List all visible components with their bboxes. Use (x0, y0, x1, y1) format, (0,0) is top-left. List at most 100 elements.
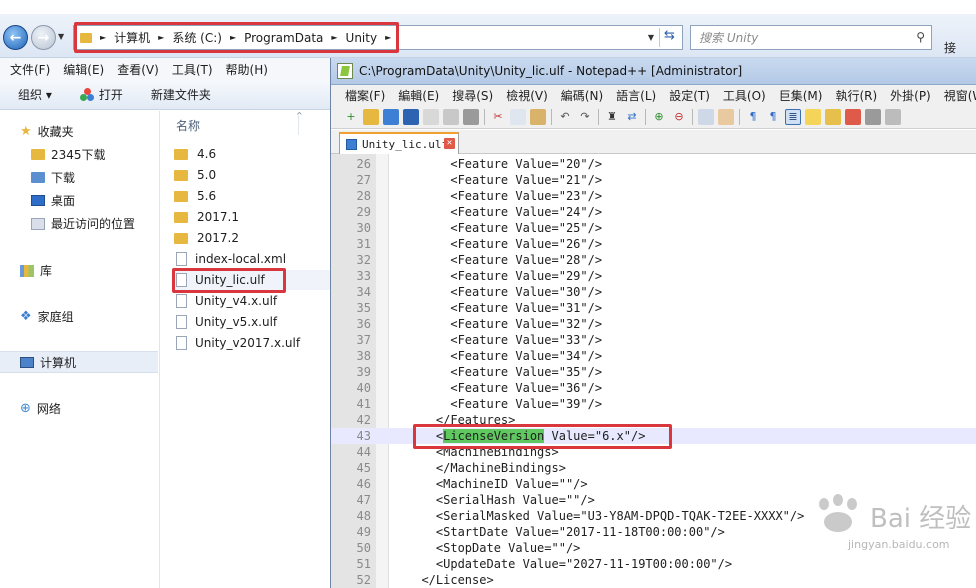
new-folder-button[interactable]: 新建文件夹 (151, 86, 211, 103)
find-icon[interactable]: ♜ (604, 109, 620, 125)
line-number: 35 (356, 301, 371, 315)
downloads-folder-icon (31, 172, 45, 183)
folder-icon (174, 211, 188, 223)
file-name: Unity_v2017.x.ulf (195, 336, 301, 350)
column-divider[interactable] (298, 115, 299, 135)
sync-horizontal-icon[interactable] (718, 108, 734, 125)
npp-menu-encoding[interactable]: 編碼(N) (561, 87, 603, 104)
list-item[interactable]: index-local.xml (174, 249, 330, 269)
paste-icon[interactable] (530, 108, 546, 125)
open-button[interactable]: 打开 (79, 86, 123, 103)
sync-vertical-icon[interactable] (698, 108, 714, 125)
line-text: <Feature Value="26"/> (407, 237, 603, 251)
nav-network[interactable]: ⊕ 网络 (20, 400, 61, 417)
list-item[interactable]: Unity_v5.x.ulf (174, 312, 330, 332)
search-input[interactable]: 搜索 Unity ⚲ (690, 25, 932, 50)
list-item[interactable]: 5.6 (174, 186, 330, 206)
file-list: ^ 名称 4.6 5.0 5.6 2017.1 2017.2 index-loc… (160, 111, 330, 588)
copy-icon[interactable] (510, 108, 526, 125)
indent-guide-icon[interactable]: ≣ (785, 108, 801, 125)
menu-help[interactable]: 帮助(H) (226, 61, 268, 78)
npp-title-bar: C:\ProgramData\Unity\Unity_lic.ulf - Not… (331, 58, 976, 85)
line-number: 33 (356, 269, 371, 283)
undo-icon[interactable]: ↶ (557, 109, 573, 125)
nav-item-label: 最近访问的位置 (51, 217, 136, 231)
nav-homegroup[interactable]: ❖ 家庭组 (20, 308, 74, 325)
code-line: 39 <Feature Value="35"/> (331, 364, 976, 380)
show-all-chars-icon[interactable]: ¶ (765, 109, 781, 125)
doc-map-icon[interactable] (825, 108, 841, 125)
cut-icon[interactable]: ✂ (490, 109, 506, 125)
nav-library[interactable]: 库 (20, 262, 52, 279)
menu-file[interactable]: 文件(F) (10, 61, 50, 78)
address-dropdown-icon[interactable]: ▼ (648, 33, 654, 42)
folder-icon (174, 232, 188, 244)
line-text: <Feature Value="28"/> (407, 253, 603, 267)
save-icon[interactable] (383, 108, 399, 125)
npp-menu-macro[interactable]: 巨集(M) (779, 87, 823, 104)
user-lang-icon[interactable] (805, 108, 821, 125)
list-item[interactable]: 5.0 (174, 165, 330, 185)
list-item[interactable]: 2017.1 (174, 207, 330, 227)
notepadpp-window: C:\ProgramData\Unity\Unity_lic.ulf - Not… (330, 58, 976, 588)
code-editor[interactable]: 26 <Feature Value="20"/> 27 <Feature Val… (331, 154, 976, 588)
line-number: 41 (356, 397, 371, 411)
line-number: 37 (356, 333, 371, 347)
print-icon[interactable] (463, 108, 479, 125)
nav-item-downloads[interactable]: 下载 (31, 169, 75, 186)
file-icon (176, 252, 187, 266)
folder-workspace-icon[interactable] (865, 108, 881, 125)
refresh-icon[interactable]: ⇆ (659, 28, 679, 47)
list-item[interactable]: 2017.2 (174, 228, 330, 248)
npp-menu-run[interactable]: 執行(R) (835, 87, 877, 104)
tab-unity-lic[interactable]: Unity_lic.ulf ✕ (339, 132, 459, 154)
file-name: 2017.2 (197, 231, 239, 245)
menu-tools[interactable]: 工具(T) (172, 61, 213, 78)
npp-menu-tools[interactable]: 工具(O) (723, 87, 766, 104)
close-file-icon[interactable] (423, 108, 439, 125)
search-icon[interactable]: ⚲ (916, 30, 925, 44)
toolbar-separator (692, 108, 693, 125)
zoom-in-icon[interactable]: ⊕ (651, 109, 667, 125)
homegroup-icon: ❖ (20, 309, 32, 324)
code-line: 32 <Feature Value="28"/> (331, 252, 976, 268)
npp-menu-plugins[interactable]: 外掛(P) (890, 87, 931, 104)
npp-toolbar: + ✂ ↶ ↷ ♜ ⇄ ⊕ ⊖ ¶ ¶ ≣ (331, 105, 976, 129)
npp-menu-edit[interactable]: 編輯(E) (398, 87, 439, 104)
npp-menu-file[interactable]: 檔案(F) (345, 87, 385, 104)
list-item[interactable]: Unity_v2017.x.ulf (174, 333, 330, 353)
open-label: 打开 (98, 88, 123, 102)
function-list-icon[interactable] (845, 108, 861, 125)
code-line: 33 <Feature Value="29"/> (331, 268, 976, 284)
npp-menu-window[interactable]: 視窗(W) (944, 87, 976, 104)
redo-icon[interactable]: ↷ (577, 109, 593, 125)
recent-pages-dropdown-icon[interactable]: ▼ (58, 32, 64, 41)
replace-icon[interactable]: ⇄ (624, 109, 640, 125)
column-header-name[interactable]: 名称 (176, 117, 200, 134)
npp-menu-settings[interactable]: 設定(T) (669, 87, 710, 104)
open-file-icon[interactable] (363, 108, 379, 125)
menu-view[interactable]: 查看(V) (117, 61, 159, 78)
monitoring-icon[interactable] (885, 108, 901, 125)
menu-edit[interactable]: 编辑(E) (63, 61, 104, 78)
new-file-icon[interactable]: + (343, 109, 359, 125)
nav-item-2345-download[interactable]: 2345下载 (31, 146, 106, 163)
nav-item-desktop[interactable]: 桌面 (31, 192, 75, 209)
zoom-out-icon[interactable]: ⊖ (671, 109, 687, 125)
nav-item-recent-places[interactable]: 最近访问的位置 (31, 215, 135, 232)
npp-menu-language[interactable]: 語言(L) (616, 87, 656, 104)
npp-menu-search[interactable]: 搜尋(S) (452, 87, 493, 104)
organize-button[interactable]: 组织 ▾ (18, 86, 52, 103)
list-item[interactable]: Unity_v4.x.ulf (174, 291, 330, 311)
save-all-icon[interactable] (403, 108, 419, 125)
back-button[interactable]: ← (3, 25, 28, 50)
word-wrap-icon[interactable]: ¶ (745, 109, 761, 125)
line-text: <Feature Value="39"/> (407, 397, 603, 411)
forward-button[interactable]: → (31, 25, 56, 50)
npp-menu-view[interactable]: 檢視(V) (506, 87, 548, 104)
nav-computer[interactable]: 计算机 (20, 354, 76, 371)
nav-favorites[interactable]: ★ 收藏夹 (20, 123, 74, 140)
close-all-icon[interactable] (443, 108, 459, 125)
close-icon[interactable]: ✕ (444, 138, 455, 149)
list-item[interactable]: 4.6 (174, 144, 330, 164)
